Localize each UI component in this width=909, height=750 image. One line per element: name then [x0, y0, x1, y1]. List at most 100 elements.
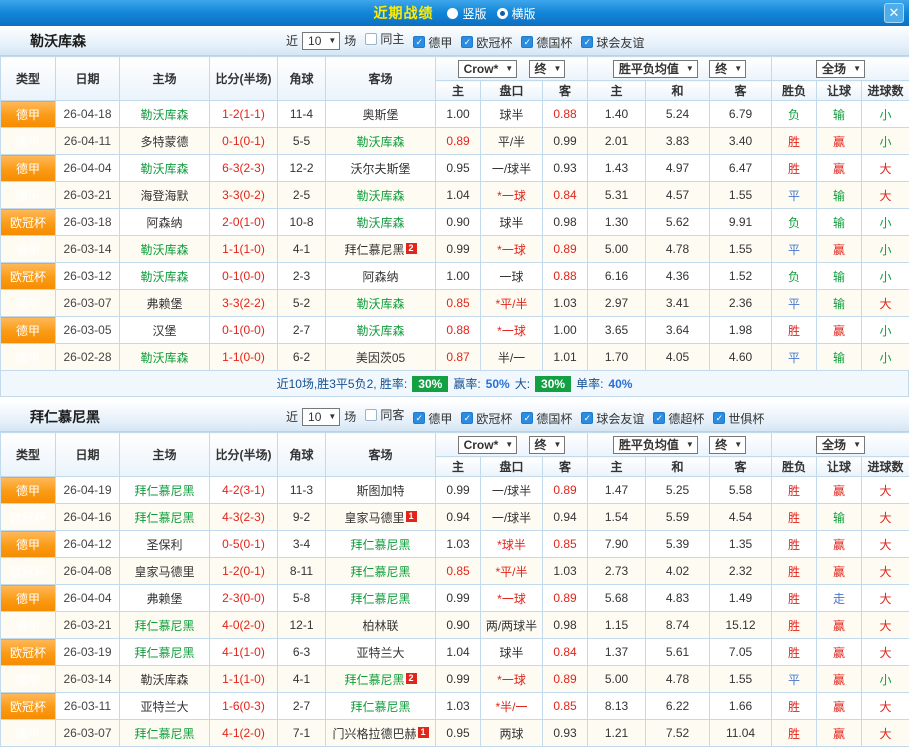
home-team-link[interactable]: 勒沃库森 — [140, 162, 188, 176]
away-team-link[interactable]: 勒沃库森 — [356, 135, 404, 149]
chevron-down-icon: ▼ — [328, 36, 336, 45]
filter-checkbox-item[interactable]: ✓德国杯 — [521, 34, 572, 51]
scope-select[interactable]: 全场▼ — [816, 436, 865, 454]
away-team-link[interactable]: 勒沃库森 — [356, 216, 404, 230]
match-row: 欧冠杯26-03-18阿森纳2-0(1-0)10-8勒沃库森0.90球半0.98… — [1, 209, 909, 236]
col-score: 比分(半场) — [210, 57, 278, 101]
away-team-link[interactable]: 美因茨05 — [356, 351, 405, 365]
filter-checkbox-item[interactable]: ✓球会友谊 — [581, 34, 644, 51]
avg-type-select[interactable]: 胜平负均值▼ — [613, 60, 698, 78]
home-team-link[interactable]: 汉堡 — [152, 324, 176, 338]
home-team-link[interactable]: 弗赖堡 — [146, 297, 182, 311]
team-filter-bar: 勒沃库森 近 10 ▼ 场 同主✓德甲✓欧冠杯✓德国杯✓球会友谊 — [0, 26, 909, 56]
filter-checkbox-label: 同主 — [380, 30, 404, 47]
goals-result-cell: 大 — [862, 558, 909, 585]
away-team-link[interactable]: 拜仁慕尼黑 — [350, 538, 410, 552]
result-cell: 胜 — [772, 477, 817, 504]
home-team-link[interactable]: 皇家马德里 — [134, 565, 194, 579]
away-team-link[interactable]: 拜仁慕尼黑 — [350, 592, 410, 606]
close-icon[interactable]: ✕ — [884, 3, 904, 23]
avg-home-cell: 8.13 — [588, 693, 646, 720]
home-team-link[interactable]: 拜仁慕尼黑 — [134, 727, 194, 741]
filter-checkbox-item[interactable]: ✓德甲 — [413, 410, 452, 427]
handicap-result-cell: 输 — [817, 290, 862, 317]
away-team-link[interactable]: 沃尔夫斯堡 — [350, 162, 410, 176]
away-team-link[interactable]: 亚特兰大 — [356, 646, 404, 660]
odds-stage-select[interactable]: 终▼ — [529, 436, 566, 454]
odds-stage-select[interactable]: 终▼ — [529, 60, 566, 78]
home-team-link[interactable]: 勒沃库森 — [140, 351, 188, 365]
filter-checkbox-item[interactable]: ✓德超杯 — [653, 410, 704, 427]
away-team-link[interactable]: 勒沃库森 — [356, 297, 404, 311]
filter-checkbox-item[interactable]: 同主 — [365, 30, 404, 47]
avg-draw-cell: 4.78 — [646, 666, 710, 693]
avg-type-select[interactable]: 胜平负均值▼ — [613, 436, 698, 454]
layout-option-vertical[interactable]: 竖版 — [447, 5, 486, 22]
away-team-link[interactable]: 柏林联 — [362, 619, 398, 633]
home-team-link[interactable]: 亚特兰大 — [140, 700, 188, 714]
away-team-link[interactable]: 勒沃库森 — [356, 189, 404, 203]
home-team-link[interactable]: 勒沃库森 — [140, 270, 188, 284]
handicap-result-cell: 赢 — [817, 477, 862, 504]
away-team-link[interactable]: 拜仁慕尼黑 — [344, 673, 404, 687]
goals-result-cell: 大 — [862, 639, 909, 666]
filter-checkbox-item[interactable]: ✓世俱杯 — [713, 410, 764, 427]
home-team-cell: 皇家马德里 — [120, 558, 210, 585]
corners-cell: 11-3 — [278, 477, 326, 504]
home-team-link[interactable]: 拜仁慕尼黑 — [134, 511, 194, 525]
away-team-link[interactable]: 勒沃库森 — [356, 324, 404, 338]
chevron-down-icon: ▼ — [505, 64, 513, 73]
recent-count-select[interactable]: 10 ▼ — [302, 32, 340, 50]
avg-stage-select[interactable]: 终▼ — [709, 60, 746, 78]
home-team-link[interactable]: 勒沃库森 — [140, 108, 188, 122]
away-team-link[interactable]: 拜仁慕尼黑 — [344, 243, 404, 257]
col-goals: 进球数 — [862, 81, 909, 101]
away-team-link[interactable]: 奥斯堡 — [362, 108, 398, 122]
away-team-link[interactable]: 拜仁慕尼黑 — [350, 565, 410, 579]
avg-stage-select[interactable]: 终▼ — [709, 436, 746, 454]
away-team-link[interactable]: 门兴格拉德巴赫 — [332, 727, 416, 741]
filter-checkbox-item[interactable]: ✓球会友谊 — [581, 410, 644, 427]
avg-home-cell: 2.97 — [588, 290, 646, 317]
col-type: 类型 — [1, 433, 56, 477]
away-odds-cell: 0.84 — [543, 639, 588, 666]
home-odds-cell: 1.00 — [436, 101, 481, 128]
home-team-link[interactable]: 拜仁慕尼黑 — [134, 619, 194, 633]
filter-checkbox-item[interactable]: ✓欧冠杯 — [461, 410, 512, 427]
corners-cell: 4-1 — [278, 666, 326, 693]
league-type-badge: 德甲 — [1, 101, 56, 128]
handicap-cell: 一球 — [481, 263, 543, 290]
filter-checkbox-item[interactable]: 同客 — [365, 406, 404, 423]
home-team-link[interactable]: 阿森纳 — [146, 216, 182, 230]
avg-home-cell: 7.90 — [588, 531, 646, 558]
home-team-link[interactable]: 拜仁慕尼黑 — [134, 646, 194, 660]
odds-stage-value: 终 — [535, 60, 547, 77]
scope-select[interactable]: 全场▼ — [816, 60, 865, 78]
layout-option-horizontal[interactable]: 横版 — [497, 5, 536, 22]
home-team-link[interactable]: 勒沃库森 — [140, 673, 188, 687]
filter-checkbox-item[interactable]: ✓德甲 — [413, 34, 452, 51]
odds-company-select[interactable]: Crow*▼ — [458, 436, 518, 454]
home-team-link[interactable]: 勒沃库森 — [140, 243, 188, 257]
recent-count-select[interactable]: 10 ▼ — [302, 408, 340, 426]
avg-away-cell: 4.54 — [710, 504, 772, 531]
odds-company-select[interactable]: Crow*▼ — [458, 60, 518, 78]
away-team-link[interactable]: 拜仁慕尼黑 — [350, 700, 410, 714]
away-team-link[interactable]: 阿森纳 — [362, 270, 398, 284]
home-team-link[interactable]: 弗赖堡 — [146, 592, 182, 606]
away-team-link[interactable]: 斯图加特 — [356, 484, 404, 498]
home-team-link[interactable]: 海登海默 — [140, 189, 188, 203]
home-team-link[interactable]: 圣保利 — [146, 538, 182, 552]
home-team-link[interactable]: 多特蒙德 — [140, 135, 188, 149]
result-cell: 平 — [772, 182, 817, 209]
match-row: 德甲26-03-14勒沃库森1-1(1-0)4-1拜仁慕尼黑20.99*一球0.… — [1, 666, 909, 693]
home-odds-cell: 1.04 — [436, 639, 481, 666]
away-team-link[interactable]: 皇家马德里 — [344, 511, 404, 525]
filter-checkbox-item[interactable]: ✓德国杯 — [521, 410, 572, 427]
avg-draw-cell: 5.25 — [646, 477, 710, 504]
goals-result-cell: 大 — [862, 693, 909, 720]
home-team-link[interactable]: 拜仁慕尼黑 — [134, 484, 194, 498]
home-team-cell: 勒沃库森 — [120, 101, 210, 128]
checkbox-icon — [365, 409, 377, 421]
filter-checkbox-item[interactable]: ✓欧冠杯 — [461, 34, 512, 51]
